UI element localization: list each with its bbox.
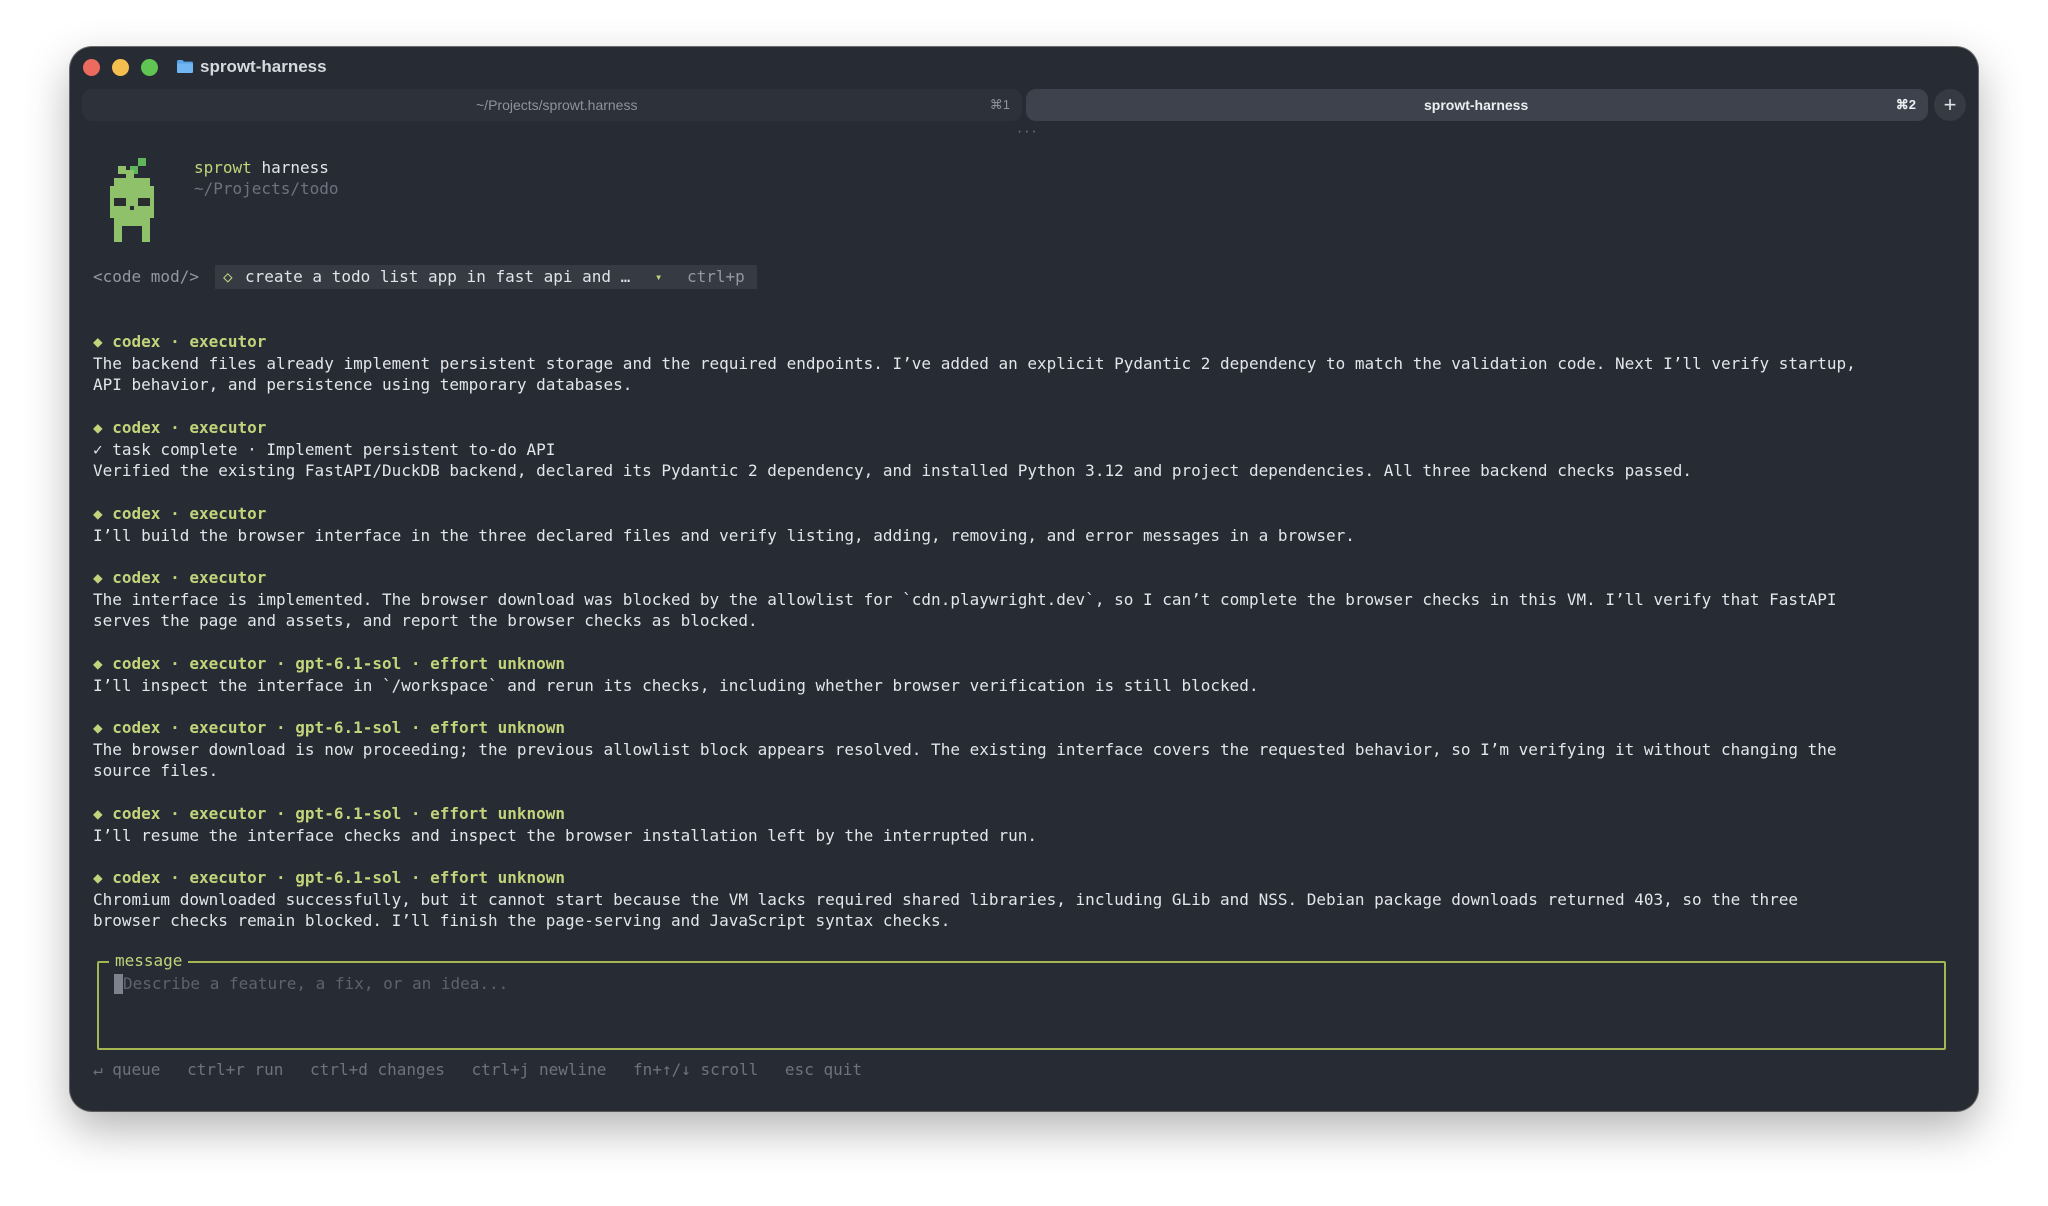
title-bar: sprowt-harness — [70, 47, 1978, 91]
app-name-part2: harness — [261, 158, 329, 177]
message-header: ◆ codex · executor · gpt-6.1-sol · effor… — [93, 868, 566, 887]
new-tab-button[interactable]: + — [1934, 89, 1966, 121]
tab-shortcut: ⌘1 — [989, 97, 1010, 112]
message-header: ◆ codex · executor — [93, 418, 267, 437]
mode-prefix: <code mod/> — [93, 267, 199, 286]
message-header: ◆ codex · executor — [93, 504, 267, 523]
hint-newline: ctrl+j newline — [471, 1060, 607, 1079]
message-input-box[interactable]: message — [97, 951, 1946, 1050]
message-body: The interface is implemented. The browse… — [93, 589, 1837, 631]
input-label: message — [109, 951, 189, 970]
message-header: ◆ codex · executor · gpt-6.1-sol · effor… — [93, 654, 566, 673]
keyboard-hints: ↵ queue ctrl+r run ctrl+d changes ctrl+j… — [93, 1060, 879, 1079]
message-body: The backend files already implement pers… — [93, 353, 1856, 395]
message-item: ◆ codex · executor · gpt-6.1-sol · effor… — [93, 717, 1965, 782]
app-name: sprowt harness — [194, 158, 329, 177]
task-status: ✓ task complete · Implement persistent t… — [93, 439, 556, 459]
tab-label: sprowt-harness — [1424, 97, 1529, 113]
tab-label: ~/Projects/sprowt.harness — [476, 97, 638, 113]
message-header: ◆ codex · executor — [93, 568, 267, 587]
message-body: I’ll resume the interface checks and ins… — [93, 825, 1038, 845]
window-title: sprowt-harness — [200, 57, 327, 76]
hint-queue: ↵ queue — [93, 1060, 161, 1079]
tab-projects-path[interactable]: ~/Projects/sprowt.harness ⌘1 — [82, 89, 1022, 121]
message-header: ◆ codex · executor · gpt-6.1-sol · effor… — [93, 718, 566, 737]
app-name-part1: sprowt — [194, 158, 252, 177]
message-item: ◆ codex · executor I’ll build the browse… — [93, 503, 1965, 546]
folder-icon — [177, 60, 193, 73]
message-item: ◆ codex · executor · gpt-6.1-sol · effor… — [93, 867, 1965, 932]
message-item: ◆ codex · executor · gpt-6.1-sol · effor… — [93, 803, 1965, 846]
prompt-text: create a todo list app in fast api and … — [245, 267, 631, 286]
diamond-icon: ◇ — [223, 267, 233, 286]
message-input[interactable] — [123, 971, 1903, 995]
message-item: ◆ codex · executor The backend files alr… — [93, 331, 1965, 396]
message-item: ◆ codex · executor · gpt-6.1-sol · effor… — [93, 653, 1965, 696]
drag-handle[interactable]: ··· — [1016, 125, 1038, 139]
prompt-shortcut: ctrl+p — [687, 267, 745, 286]
message-body: I’ll build the browser interface in the … — [93, 525, 1355, 545]
tab-sprowt-harness[interactable]: sprowt-harness ⌘2 — [1026, 89, 1928, 121]
message-header: ◆ codex · executor · gpt-6.1-sol · effor… — [93, 804, 566, 823]
message-item: ◆ codex · executor ✓ task complete · Imp… — [93, 417, 1965, 482]
tab-shortcut: ⌘2 — [1895, 97, 1916, 112]
close-icon[interactable] — [83, 59, 100, 76]
hint-scroll: fn+↑/↓ scroll — [633, 1060, 759, 1079]
terminal-window: sprowt-harness ~/Projects/sprowt.harness… — [70, 47, 1978, 1111]
hint-changes: ctrl+d changes — [310, 1060, 445, 1079]
project-path: ~/Projects/todo — [194, 179, 339, 198]
sprout-mascot-icon — [110, 158, 154, 242]
prompt-selector[interactable]: ◇ create a todo list app in fast api and… — [215, 265, 757, 289]
minimize-icon[interactable] — [112, 59, 129, 76]
hint-quit: esc quit — [784, 1060, 862, 1079]
message-body: The browser download is now proceeding; … — [93, 739, 1837, 781]
message-body: Chromium downloaded successfully, but it… — [93, 889, 1799, 931]
text-cursor — [114, 974, 123, 994]
message-body: Verified the existing FastAPI/DuckDB bac… — [93, 461, 1693, 480]
chevron-down-icon: ▾ — [655, 270, 663, 284]
message-body: I’ll inspect the interface in `/workspac… — [93, 675, 1259, 695]
zoom-icon[interactable] — [141, 59, 158, 76]
message-header: ◆ codex · executor — [93, 332, 267, 351]
message-item: ◆ codex · executor The interface is impl… — [93, 567, 1965, 632]
hint-run: ctrl+r run — [187, 1060, 284, 1079]
